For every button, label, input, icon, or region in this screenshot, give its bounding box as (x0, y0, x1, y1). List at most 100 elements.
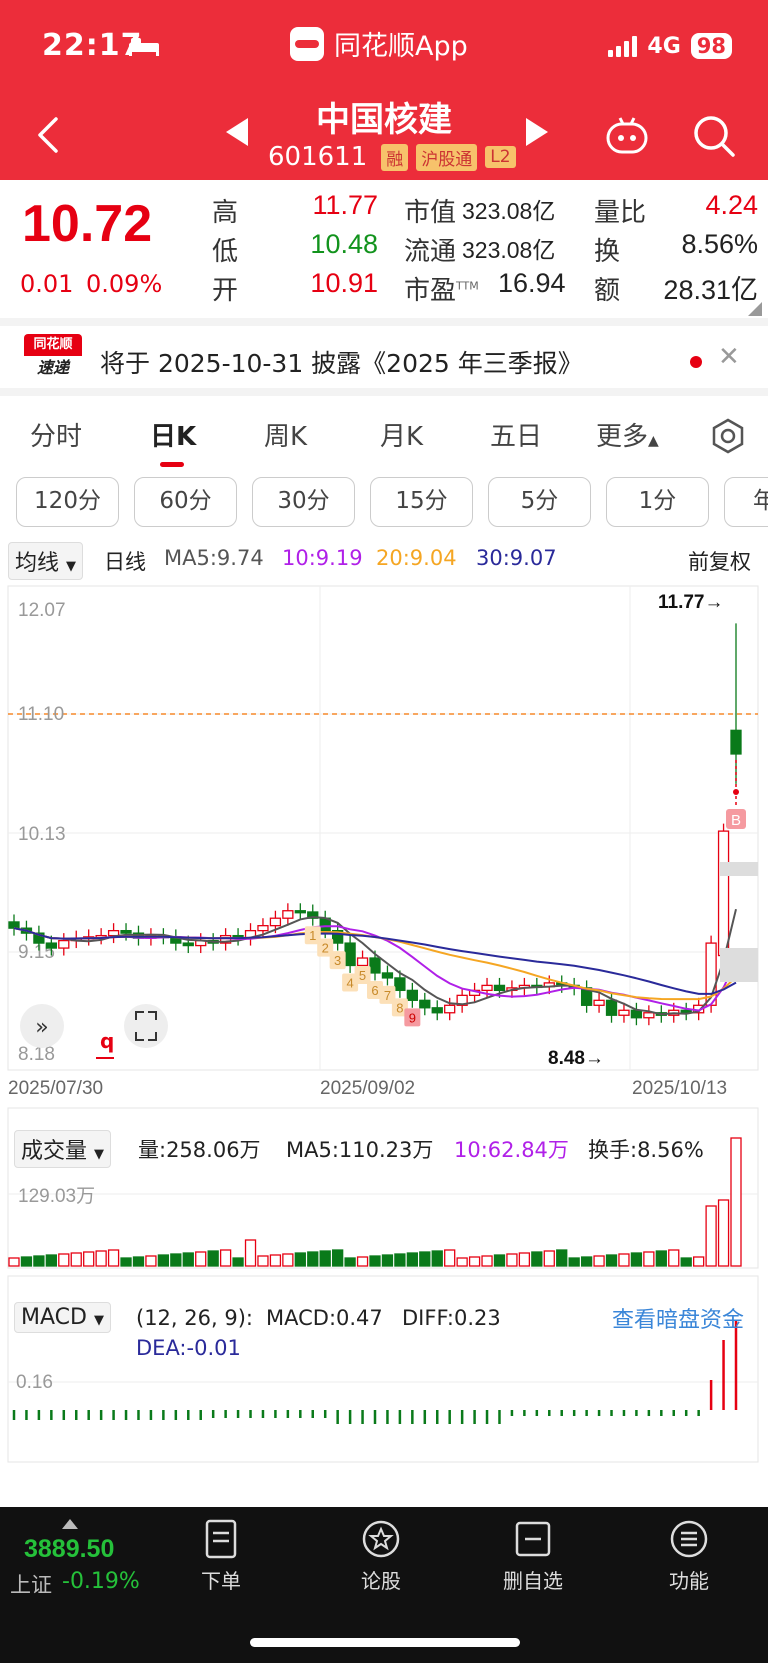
period-buttons: 120分 60分 30分 15分 5分 1分 年 (0, 475, 768, 531)
volume-bar (705, 1205, 717, 1267)
volume-bar (170, 1253, 182, 1267)
period-year[interactable]: 年 (724, 477, 768, 527)
high-marker: 11.77→ (658, 592, 724, 613)
volume-bar (381, 1254, 394, 1267)
tab-more[interactable]: 更多▲ (596, 416, 659, 453)
volume-dropdown[interactable]: 成交量 ▼ (14, 1130, 112, 1168)
candle-body (356, 957, 369, 967)
candle-body (369, 957, 381, 974)
volume-bar (157, 1254, 170, 1267)
candle-body (481, 984, 493, 992)
macd-value: MACD:0.47 (266, 1306, 383, 1330)
macd-params: (12, 26, 9): (136, 1306, 253, 1330)
macd-dropdown[interactable]: MACD ▼ (14, 1302, 111, 1333)
expand-up-icon[interactable] (62, 1519, 78, 1529)
tag-l2: L2 (485, 146, 516, 168)
search-icon[interactable] (692, 114, 736, 158)
gap-band-upper (720, 862, 758, 876)
notice-banner[interactable]: 同花顺 速递 将于 2025-10-31 披露《2025 年三季报》 ✕ (0, 318, 768, 388)
volume-bar (8, 1257, 20, 1267)
close-icon[interactable]: ✕ (718, 342, 740, 372)
stock-code-row: 601611 融 沪股通 L2 (268, 142, 516, 172)
volume-bar (182, 1252, 194, 1267)
price-change: 0.01 (20, 270, 74, 298)
candle-body (45, 942, 57, 949)
period-60m[interactable]: 60分 (134, 477, 237, 527)
volume-bar (593, 1255, 605, 1267)
period-1m[interactable]: 1分 (606, 477, 709, 527)
volume-bar (145, 1255, 157, 1267)
tab-monthly-k[interactable]: 月K (380, 416, 423, 453)
high-label: 高 (212, 198, 239, 228)
reset-q-icon[interactable]: q (100, 1029, 114, 1053)
nine-turn-label: 3 (334, 953, 341, 968)
nav-order[interactable]: 下单 (176, 1519, 266, 1594)
tab-intraday[interactable]: 分时 (30, 416, 82, 453)
tag-connect: 沪股通 (416, 143, 478, 171)
volume-bar (207, 1250, 219, 1267)
candle-body (717, 830, 730, 957)
volume-y-label: 129.03万 (18, 1186, 95, 1207)
period-120m[interactable]: 120分 (16, 477, 119, 527)
section-divider (0, 388, 768, 396)
current-price: 10.72 (22, 195, 153, 253)
volume-bar (282, 1253, 294, 1267)
candle-body (107, 929, 120, 937)
volume-bar (717, 1199, 730, 1267)
nine-turn-label: 8 (396, 1000, 403, 1015)
candle-body (257, 925, 269, 932)
volume-bar (244, 1239, 257, 1267)
tab-weekly-k[interactable]: 周K (264, 416, 307, 453)
nine-turn-label: 6 (371, 983, 378, 998)
settings-icon[interactable] (710, 418, 746, 454)
volume-bar (406, 1252, 418, 1267)
volume-bar (195, 1251, 207, 1267)
volume-bar (394, 1253, 406, 1267)
volume-bar (257, 1255, 269, 1267)
volume-bar (356, 1256, 369, 1267)
candle-body (643, 1012, 655, 1019)
nav-discuss[interactable]: 论股 (336, 1519, 426, 1594)
volume-bar (83, 1251, 95, 1267)
macd-bars-group (12, 1320, 738, 1424)
volume-bar (556, 1249, 568, 1267)
dark-pool-link[interactable]: 查看暗盘资金 (612, 1302, 744, 1334)
pe-value: 16.94 (498, 268, 566, 298)
candle-body (282, 910, 294, 919)
period-15m[interactable]: 15分 (370, 477, 473, 527)
next-stock-icon[interactable] (526, 118, 548, 146)
index-name: 上证 (10, 1573, 52, 1597)
macd-y-label: 0.16 (16, 1372, 53, 1393)
nav-functions[interactable]: 功能 (644, 1519, 734, 1594)
macd-dea: DEA:-0.01 (136, 1336, 241, 1360)
tab-five-day[interactable]: 五日 (490, 416, 542, 453)
kline-chart[interactable]: 12.07 11.10 10.13 9.15 8.18 2025/07/30 2… (0, 580, 768, 1470)
tab-daily-k[interactable]: 日K (150, 416, 196, 453)
period-5m[interactable]: 5分 (488, 477, 591, 527)
signal-icon (608, 35, 638, 57)
functions-icon (670, 1520, 708, 1558)
nav-remove-watchlist[interactable]: 删自选 (488, 1519, 578, 1594)
low-value: 10.48 (310, 229, 378, 259)
candle-body (381, 972, 394, 979)
gap-band-lower (720, 948, 758, 982)
robot-assistant-icon[interactable] (604, 116, 650, 156)
index-value[interactable]: 3889.50 (24, 1535, 114, 1564)
caret-up-icon: ▲ (648, 433, 659, 449)
adjust-label[interactable]: 前复权 (688, 546, 751, 576)
expand-corner-icon[interactable] (748, 302, 762, 316)
volume-bar (95, 1250, 107, 1267)
unread-dot (690, 356, 702, 368)
indicator-dropdown[interactable]: 均线 ▼ (8, 542, 84, 580)
volume-bar (369, 1255, 381, 1267)
candle-body (431, 1007, 443, 1014)
volume-bar (543, 1250, 555, 1267)
nine-turn-label: 5 (359, 968, 366, 983)
candle-body (182, 942, 194, 947)
fullscreen-button[interactable] (124, 1004, 168, 1048)
volume-bar (468, 1256, 481, 1267)
period-30m[interactable]: 30分 (252, 477, 355, 527)
candle-body (630, 1009, 643, 1019)
volume-bar (45, 1254, 57, 1267)
status-app[interactable]: 同花顺App (290, 24, 468, 63)
